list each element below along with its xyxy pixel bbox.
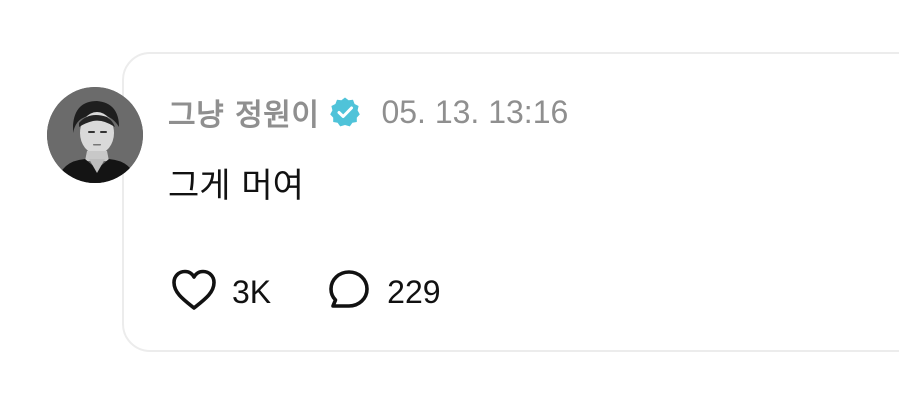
verified-badge-icon (329, 96, 361, 128)
post-screen: 그냥 정원이 05. 13. 13:16 그게 머여 3K 229 (0, 0, 899, 406)
like-count: 3K (232, 273, 272, 310)
avatar[interactable] (47, 87, 143, 183)
action-bar: 3K 229 (170, 268, 495, 316)
username[interactable]: 그냥 정원이 (168, 90, 319, 134)
comment-count: 229 (387, 273, 441, 310)
comment-text: 그게 머여 (168, 166, 304, 206)
speech-bubble-icon[interactable] (325, 268, 373, 316)
comment-header: 그냥 정원이 05. 13. 13:16 (168, 90, 569, 134)
timestamp: 05. 13. 13:16 (381, 93, 569, 130)
comment-button[interactable]: 229 (325, 268, 441, 316)
like-button[interactable]: 3K (170, 268, 271, 316)
profile-photo (47, 87, 143, 183)
heart-icon[interactable] (170, 268, 218, 316)
